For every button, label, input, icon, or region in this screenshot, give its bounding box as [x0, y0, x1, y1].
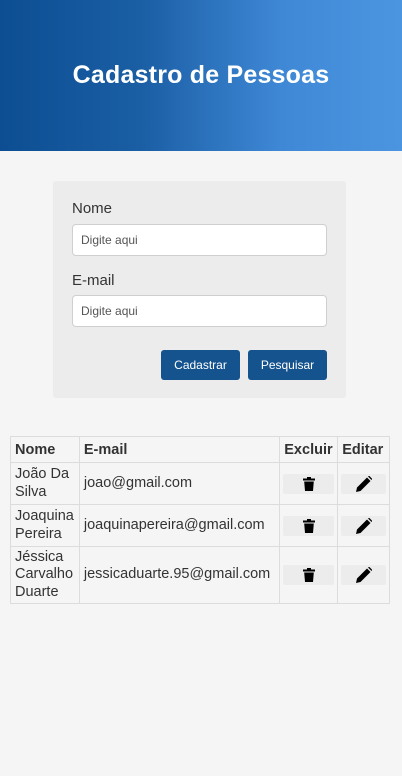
email-label: E-mail: [72, 272, 115, 289]
column-header-edit: Editar: [337, 436, 390, 463]
registration-form: Nome E-mail Cadastrar Pesquisar: [53, 181, 346, 398]
email-input[interactable]: [72, 295, 327, 327]
trash-icon: [302, 568, 315, 583]
page-header: Cadastro de Pessoas: [0, 0, 402, 151]
person-name: João Da Silva: [10, 462, 80, 505]
name-input[interactable]: [72, 224, 327, 256]
delete-cell: [279, 462, 339, 505]
edit-button[interactable]: [341, 565, 386, 586]
delete-button[interactable]: [283, 515, 335, 536]
edit-button[interactable]: [341, 515, 386, 536]
name-label: Nome: [72, 200, 113, 217]
delete-cell: [279, 504, 339, 547]
person-email: jessicaduarte.95@gmail.com: [78, 545, 281, 605]
delete-cell: [279, 545, 339, 605]
column-header-name: Nome: [10, 436, 80, 463]
person-email: joaquinapereira@gmail.com: [78, 504, 281, 547]
person-name: Joaquina Pereira: [10, 504, 80, 547]
page-title: Cadastro de Pessoas: [72, 61, 330, 89]
person-email: joao@gmail.com: [78, 462, 281, 505]
register-button[interactable]: Cadastrar: [161, 350, 240, 380]
edit-cell: [337, 462, 390, 505]
search-button[interactable]: Pesquisar: [248, 350, 327, 380]
trash-icon: [302, 476, 315, 491]
pencil-icon: [355, 517, 372, 534]
column-header-delete: Excluir: [279, 436, 339, 463]
person-name: Jéssica Carvalho Duarte: [10, 545, 80, 605]
table-row: João Da Silva joao@gmail.com: [10, 462, 390, 505]
delete-button[interactable]: [283, 473, 335, 494]
edit-cell: [337, 545, 390, 605]
table-row: Jéssica Carvalho Duarte jessicaduarte.95…: [10, 545, 390, 605]
trash-icon: [302, 518, 315, 533]
table-row: Joaquina Pereira joaquinapereira@gmail.c…: [10, 504, 390, 547]
column-header-email: E-mail: [78, 436, 281, 463]
table-header-row: Nome E-mail Excluir Editar: [10, 436, 390, 463]
edit-cell: [337, 504, 390, 547]
people-table: Nome E-mail Excluir Editar João Da Silva…: [10, 436, 390, 605]
pencil-icon: [355, 567, 372, 584]
delete-button[interactable]: [283, 565, 335, 586]
edit-button[interactable]: [341, 473, 386, 494]
pencil-icon: [355, 475, 372, 492]
